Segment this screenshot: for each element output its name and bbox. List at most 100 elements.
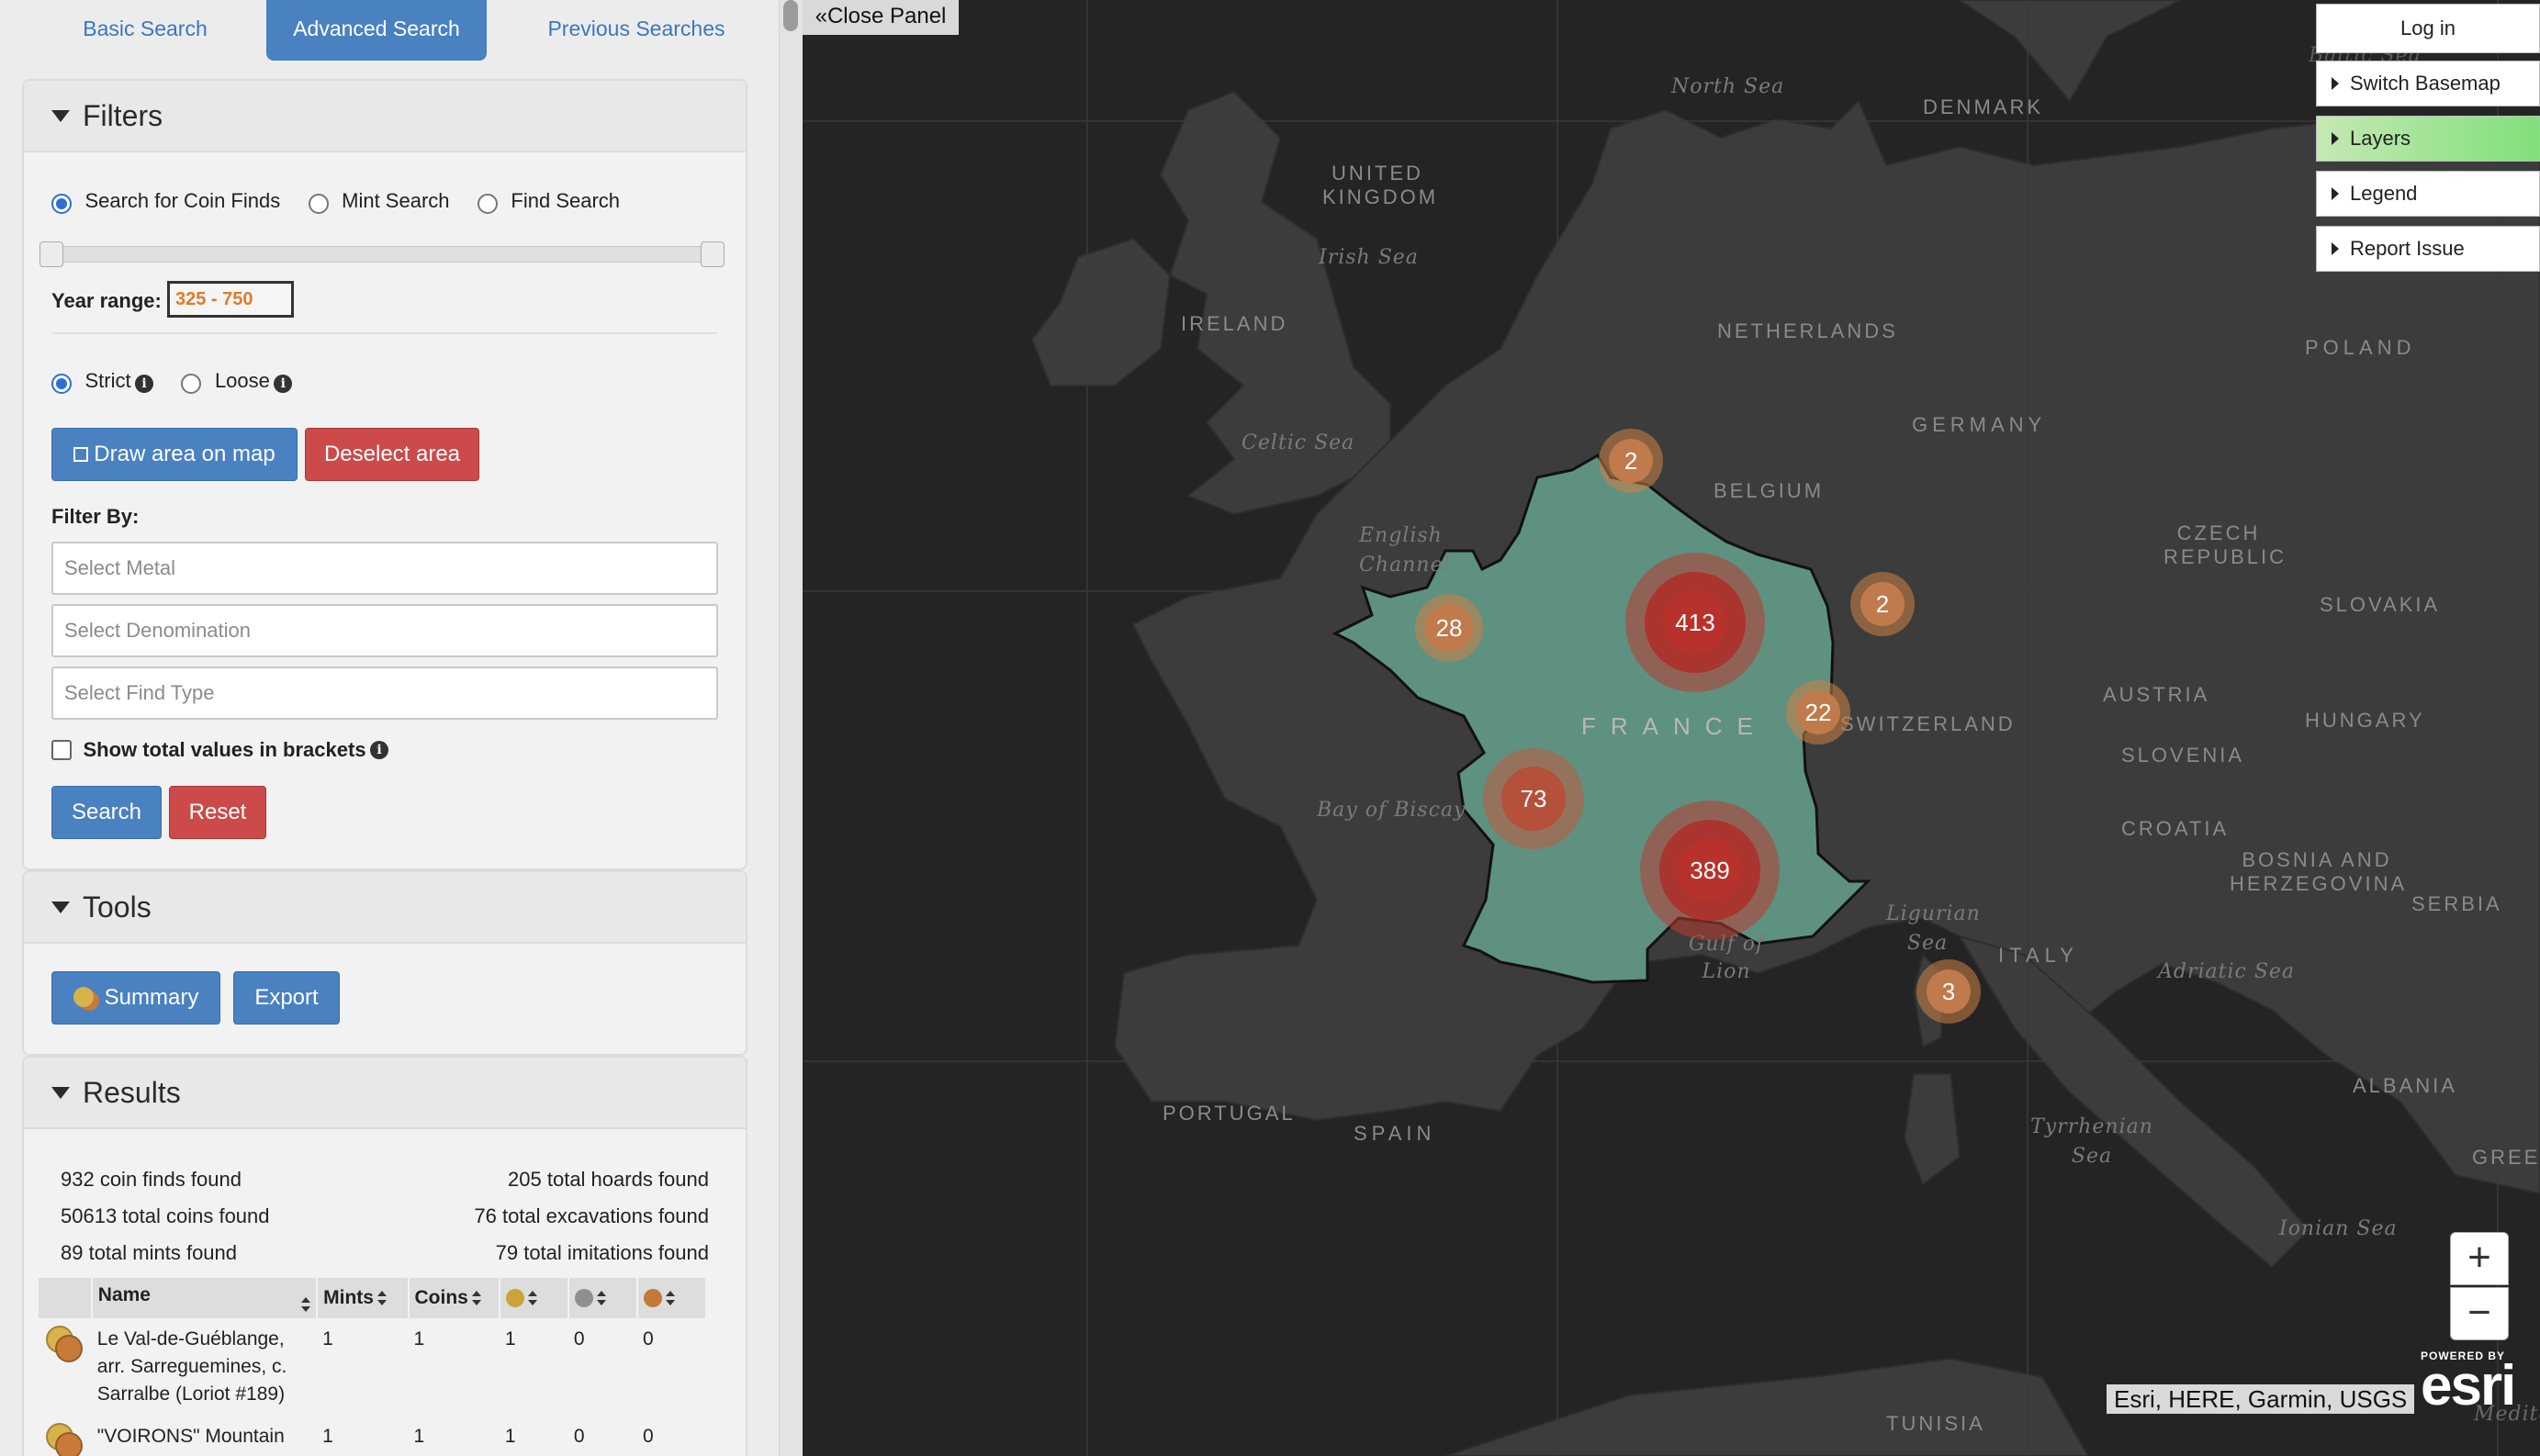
find-type-select[interactable] <box>51 666 718 720</box>
tab-previous-searches[interactable]: Previous Searches <box>496 0 777 61</box>
cluster-marker[interactable]: 28 <box>1415 594 1483 662</box>
slider-handle-start[interactable] <box>39 241 63 267</box>
map-view[interactable]: North Sea DENMARK UNITED KINGDOM Irish S… <box>803 0 2540 1456</box>
tab-advanced-search[interactable]: Advanced Search <box>266 0 487 61</box>
denomination-select-input[interactable] <box>53 606 716 655</box>
legend-menu[interactable]: Legend <box>2316 171 2540 217</box>
coin-find-icon <box>44 1423 83 1456</box>
cluster-count: 2 <box>1860 582 1905 626</box>
map-label-bay-of-biscay: Bay of Biscay <box>1317 799 1467 822</box>
sort-icon[interactable] <box>471 1291 481 1306</box>
results-header[interactable]: Results <box>24 1058 746 1129</box>
info-icon[interactable]: i <box>370 741 389 759</box>
row-icon-cell <box>39 1416 92 1456</box>
switch-basemap-label: Switch Basemap <box>2350 72 2501 95</box>
row-gold: 1 <box>504 1426 516 1447</box>
col-icon <box>39 1278 93 1318</box>
map-label-slovenia: SLOVENIA <box>2121 744 2245 767</box>
cluster-marker[interactable]: 3 <box>1916 959 1981 1024</box>
summary-label: Summary <box>104 985 199 1010</box>
scrollbar-thumb[interactable] <box>783 0 798 31</box>
row-name[interactable]: Le Val-de-Guéblange, arr. Sarreguemines,… <box>92 1318 317 1416</box>
info-icon[interactable]: i <box>274 374 293 393</box>
draw-area-label: Draw area on map <box>94 442 275 466</box>
col-gold[interactable] <box>499 1278 569 1318</box>
year-range-slider[interactable] <box>39 241 725 267</box>
find-type-select-input[interactable] <box>53 668 716 718</box>
row-coins: 1 <box>413 1328 425 1350</box>
radio-find-search-label: Find Search <box>511 189 621 212</box>
caret-right-icon <box>2332 77 2339 90</box>
draw-area-icon <box>73 447 89 462</box>
cluster-marker[interactable]: 2 <box>1850 572 1915 636</box>
sort-icon[interactable] <box>527 1291 537 1306</box>
info-icon[interactable]: i <box>135 374 154 393</box>
year-range-input[interactable]: 325 - 750 <box>167 281 294 318</box>
sort-icon[interactable] <box>301 1297 311 1312</box>
search-button[interactable]: Search <box>51 786 162 839</box>
export-button[interactable]: Export <box>233 971 340 1025</box>
cluster-marker[interactable]: 413 <box>1625 553 1765 692</box>
show-totals-checkbox[interactable] <box>51 740 72 760</box>
row-icon-cell <box>39 1318 92 1416</box>
sort-icon[interactable] <box>665 1291 675 1306</box>
map-label-hungary: HUNGARY <box>2305 709 2425 732</box>
filters-panel: Filters Search for Coin Finds Mint Searc… <box>22 79 747 870</box>
cluster-marker[interactable]: 22 <box>1786 680 1850 745</box>
map-label-denmark: DENMARK <box>1923 95 2044 118</box>
login-button[interactable]: Log in <box>2316 4 2540 53</box>
col-mints-label: Mints <box>323 1287 374 1308</box>
coins-icon <box>73 987 94 1007</box>
caret-down-icon <box>51 1086 70 1099</box>
col-coins[interactable]: Coins <box>408 1278 500 1318</box>
metal-select-input[interactable] <box>53 543 716 593</box>
tools-title: Tools <box>83 890 152 924</box>
radio-loose[interactable] <box>181 373 202 394</box>
stat-total-hoards: 205 total hoards found <box>508 1168 709 1191</box>
denomination-select[interactable] <box>51 604 718 657</box>
deselect-area-button[interactable]: Deselect area <box>305 428 479 481</box>
esri-logo[interactable]: POWERED BY esri <box>2421 1350 2516 1415</box>
filters-header[interactable]: Filters <box>24 81 746 152</box>
zoom-in-button[interactable]: + <box>2450 1232 2509 1285</box>
table-row[interactable]: "VOIRONS" Mountain 1 1 1 0 0 <box>39 1416 706 1456</box>
col-bronze[interactable] <box>636 1278 708 1318</box>
metal-select[interactable] <box>51 542 718 595</box>
row-mints: 1 <box>322 1328 333 1350</box>
col-silver[interactable] <box>568 1278 638 1318</box>
row-bronze: 0 <box>642 1328 654 1350</box>
row-name[interactable]: "VOIRONS" Mountain <box>92 1416 317 1456</box>
table-row[interactable]: Le Val-de-Guéblange, arr. Sarreguemines,… <box>39 1318 706 1416</box>
map-label-france: FRANCE <box>1581 712 1768 740</box>
cluster-marker[interactable]: 2 <box>1599 429 1663 493</box>
radio-find-search[interactable] <box>477 193 498 214</box>
switch-basemap-menu[interactable]: Switch Basemap <box>2316 61 2540 106</box>
coin-find-icon <box>44 1326 83 1362</box>
col-mints[interactable]: Mints <box>317 1278 410 1318</box>
search-panel: Basic Search Advanced Search Previous Se… <box>0 0 803 1456</box>
sort-icon[interactable] <box>377 1291 387 1306</box>
close-panel-button[interactable]: «Close Panel <box>803 0 959 35</box>
radio-coin-finds[interactable] <box>51 193 72 214</box>
radio-strict[interactable] <box>51 373 72 394</box>
tab-basic-search[interactable]: Basic Search <box>22 0 268 61</box>
map-label-tunisia: TUNISIA <box>1886 1412 1985 1435</box>
reset-button[interactable]: Reset <box>169 786 266 839</box>
tools-header[interactable]: Tools <box>24 872 746 944</box>
map-label-english-channel: English Channel <box>1359 524 1451 577</box>
show-totals-label: Show total values in brackets <box>83 738 366 761</box>
radio-mint-search[interactable] <box>308 193 329 214</box>
summary-button[interactable]: Summary <box>51 971 220 1025</box>
slider-handle-end[interactable] <box>701 241 725 267</box>
results-title: Results <box>83 1075 181 1109</box>
cluster-marker[interactable]: 389 <box>1640 801 1780 940</box>
draw-area-button[interactable]: Draw area on map <box>51 428 298 481</box>
sort-icon[interactable] <box>596 1291 606 1306</box>
report-issue-menu[interactable]: Report Issue <box>2316 226 2540 272</box>
layers-menu[interactable]: Layers <box>2316 116 2540 162</box>
panel-scrollbar[interactable] <box>779 0 803 1456</box>
map-attribution[interactable]: Esri, HERE, Garmin, USGS <box>2107 1384 2415 1414</box>
col-name[interactable]: Name <box>91 1278 319 1318</box>
zoom-out-button[interactable]: − <box>2450 1287 2509 1340</box>
cluster-marker[interactable]: 73 <box>1483 748 1584 849</box>
